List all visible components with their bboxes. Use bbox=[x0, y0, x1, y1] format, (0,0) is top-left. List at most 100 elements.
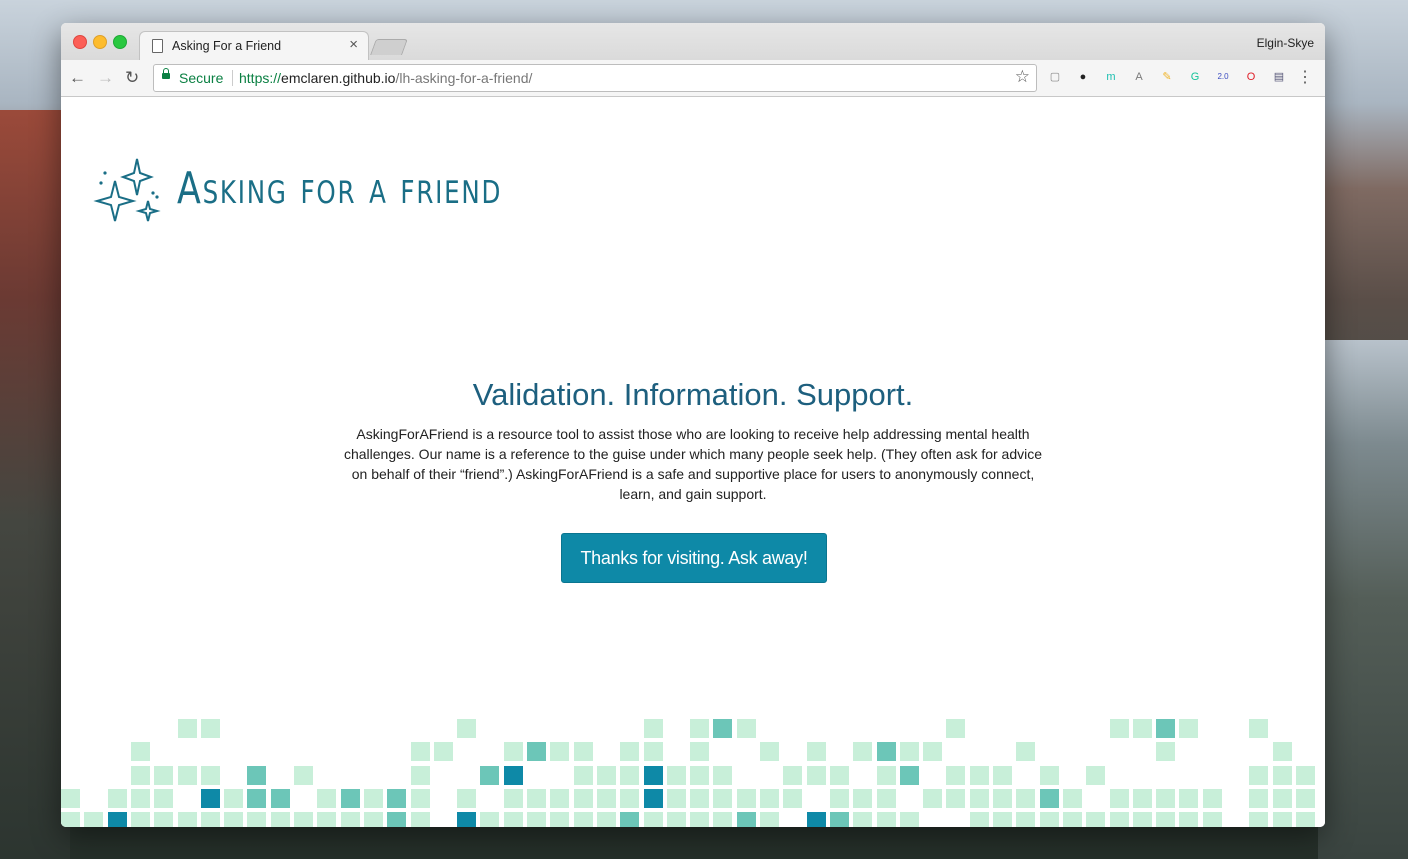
mosaic-tile bbox=[247, 812, 267, 827]
security-label[interactable]: Secure bbox=[179, 70, 223, 86]
mosaic-tile bbox=[690, 765, 710, 785]
mosaic-tile bbox=[61, 788, 80, 808]
mosaic-tile bbox=[247, 765, 267, 785]
desktop-background-right bbox=[1318, 340, 1408, 859]
mosaic-tile bbox=[1156, 788, 1176, 808]
mosaic-tile bbox=[573, 742, 593, 762]
desktop-background-left bbox=[0, 110, 70, 859]
opera-icon[interactable]: O bbox=[1243, 69, 1259, 85]
reader-icon[interactable]: ▤ bbox=[1271, 69, 1287, 85]
mosaic-tile bbox=[853, 742, 873, 762]
mosaic-tile bbox=[969, 812, 989, 827]
mosaic-tile bbox=[1179, 719, 1199, 738]
mosaic-tile bbox=[1156, 742, 1176, 762]
mosaic-tile bbox=[1249, 719, 1269, 738]
mosaic-tile bbox=[993, 788, 1012, 808]
mosaic-tile bbox=[1086, 765, 1106, 785]
forward-arrow-icon[interactable]: → bbox=[97, 68, 114, 88]
mosaic-tile bbox=[713, 788, 733, 808]
mosaic-tile bbox=[1062, 788, 1082, 808]
mosaic-tile bbox=[1016, 812, 1036, 827]
version-icon[interactable]: 2.0 bbox=[1215, 69, 1231, 85]
angular-icon[interactable]: A bbox=[1131, 69, 1147, 85]
web-page: Asking for a friend Validation. Informat… bbox=[61, 97, 1325, 827]
mosaic-tile bbox=[550, 742, 570, 762]
sparkles-icon bbox=[93, 158, 161, 222]
reload-icon[interactable]: ↻ bbox=[125, 68, 139, 88]
github-icon[interactable]: ● bbox=[1075, 69, 1091, 85]
browser-window: Asking For a Friend × Elgin-Skye ← → ↻ S… bbox=[61, 23, 1325, 827]
mosaic-tile bbox=[340, 788, 360, 808]
mosaic-tile bbox=[573, 765, 593, 785]
profile-name[interactable]: Elgin-Skye bbox=[1257, 36, 1314, 50]
mosaic-tile bbox=[61, 812, 80, 827]
mosaic-tile bbox=[620, 742, 640, 762]
mosaic-tile bbox=[876, 788, 896, 808]
mosaic-tile bbox=[433, 742, 453, 762]
mosaic-tile bbox=[829, 765, 849, 785]
decorative-tile-mosaic bbox=[61, 719, 1325, 827]
mosaic-tile bbox=[736, 812, 756, 827]
mosaic-tile bbox=[410, 765, 430, 785]
mosaic-tile bbox=[899, 742, 919, 762]
close-window-button[interactable] bbox=[73, 35, 87, 49]
mosaic-tile bbox=[853, 788, 873, 808]
mosaic-tile bbox=[480, 812, 500, 827]
mosaic-tile bbox=[270, 812, 290, 827]
mosaic-tile bbox=[107, 812, 127, 827]
mosaic-tile bbox=[620, 765, 640, 785]
mosaic-tile bbox=[1295, 788, 1315, 808]
mosaic-tile bbox=[946, 788, 966, 808]
mosaic-tile bbox=[200, 719, 220, 738]
mosaic-tile bbox=[690, 719, 710, 738]
mosaic-tile bbox=[1109, 788, 1129, 808]
mosaic-tile bbox=[923, 742, 943, 762]
mosaic-tile bbox=[690, 812, 710, 827]
mosaic-tile bbox=[643, 765, 663, 785]
mosaic-tile bbox=[666, 788, 686, 808]
mosaic-tile bbox=[387, 812, 407, 827]
grammarly-icon[interactable]: G bbox=[1187, 69, 1203, 85]
mosaic-tile bbox=[410, 788, 430, 808]
mosaic-tile bbox=[1202, 812, 1222, 827]
ask-away-button[interactable]: Thanks for visiting. Ask away! bbox=[561, 533, 827, 583]
minimize-window-button[interactable] bbox=[93, 35, 107, 49]
url-host: emclaren.github.io bbox=[281, 70, 396, 86]
mosaic-tile bbox=[457, 788, 477, 808]
mosaic-tile bbox=[620, 788, 640, 808]
mosaic-tile bbox=[1272, 742, 1292, 762]
new-tab-button[interactable] bbox=[370, 39, 408, 55]
mosaic-tile bbox=[527, 788, 546, 808]
page-icon[interactable]: ▢ bbox=[1047, 69, 1063, 85]
mosaic-tile bbox=[130, 812, 150, 827]
m-extension-icon[interactable]: m bbox=[1103, 69, 1119, 85]
note-icon[interactable]: ✎ bbox=[1159, 69, 1175, 85]
mosaic-tile bbox=[596, 765, 616, 785]
zoom-window-button[interactable] bbox=[113, 35, 127, 49]
close-tab-icon[interactable]: × bbox=[349, 36, 358, 53]
mosaic-tile bbox=[154, 812, 174, 827]
mosaic-tile bbox=[224, 788, 244, 808]
url-text[interactable]: https://emclaren.github.io/lh-asking-for… bbox=[239, 70, 532, 86]
mosaic-tile bbox=[1132, 812, 1152, 827]
tab-asking-for-a-friend[interactable]: Asking For a Friend × bbox=[139, 31, 369, 61]
page-headline: Validation. Information. Support. bbox=[472, 377, 914, 412]
address-bar[interactable]: Secure https://emclaren.github.io/lh-ask… bbox=[153, 64, 1037, 92]
mosaic-tile bbox=[317, 788, 337, 808]
mosaic-tile bbox=[527, 742, 546, 762]
mosaic-tile bbox=[690, 788, 710, 808]
bookmark-star-icon[interactable]: ☆ bbox=[1015, 67, 1030, 87]
site-logo[interactable]: Asking for a friend bbox=[93, 153, 553, 233]
mosaic-tile bbox=[270, 788, 290, 808]
mosaic-tile bbox=[1202, 788, 1222, 808]
logo-text: Asking for a friend bbox=[177, 163, 503, 214]
mosaic-tile bbox=[1295, 765, 1315, 785]
url-path: /lh-asking-for-a-friend/ bbox=[395, 70, 533, 86]
browser-menu-icon[interactable]: ⋮ bbox=[1297, 67, 1313, 87]
mosaic-tile bbox=[1016, 788, 1036, 808]
mosaic-tile bbox=[946, 765, 966, 785]
mosaic-tile bbox=[200, 788, 220, 808]
back-arrow-icon[interactable]: ← bbox=[69, 68, 86, 88]
mosaic-tile bbox=[1039, 812, 1059, 827]
mosaic-tile bbox=[1132, 719, 1152, 738]
